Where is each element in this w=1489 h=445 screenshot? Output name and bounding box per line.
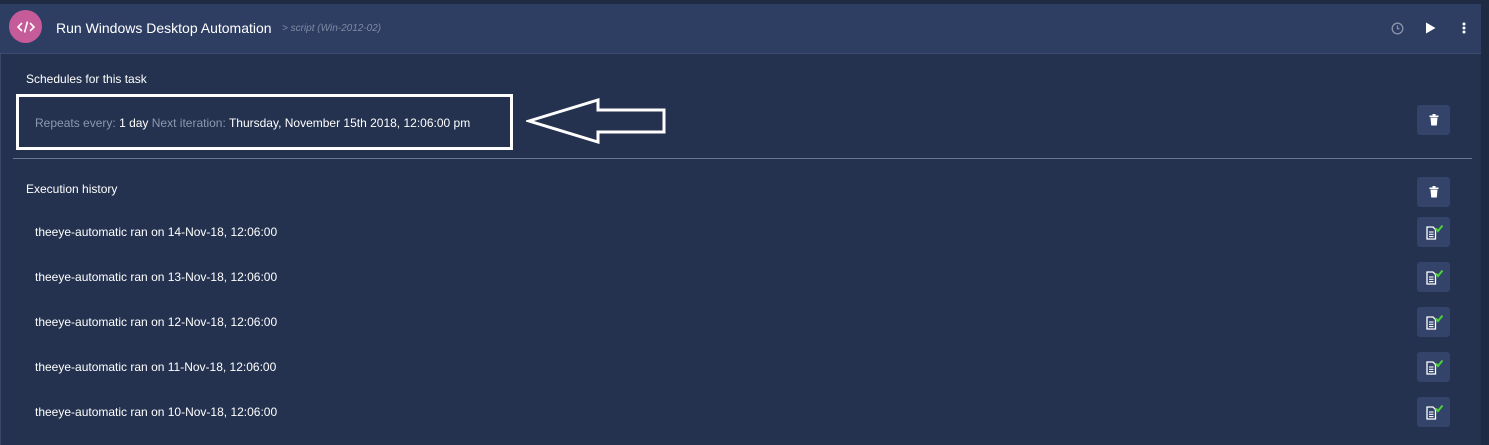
code-icon [9, 10, 42, 43]
delete-history-button[interactable] [1417, 177, 1450, 207]
repeats-label: Repeats every: [35, 116, 116, 130]
play-icon[interactable] [1420, 18, 1440, 38]
repeats-value: 1 day [119, 116, 149, 130]
view-output-button[interactable] [1417, 307, 1450, 337]
view-output-button[interactable] [1417, 217, 1450, 247]
document-success-icon [1425, 359, 1443, 375]
history-row-text: theeye-automatic ran on 14-Nov-18, 12:06… [35, 225, 278, 239]
task-subtitle: > script (Win-2012-02) [282, 23, 382, 34]
trash-icon [1429, 186, 1438, 198]
next-iteration-value: Thursday, November 15th 2018, 12:06:00 p… [228, 116, 471, 130]
delete-schedule-button[interactable] [1417, 105, 1450, 135]
document-success-icon [1425, 269, 1443, 285]
schedules-heading: Schedules for this task [26, 72, 147, 86]
history-row-text: theeye-automatic ran on 10-Nov-18, 12:06… [35, 405, 278, 419]
scrollbar-track[interactable] [1481, 0, 1489, 445]
trash-icon [1429, 114, 1438, 126]
left-arrow-icon [526, 98, 666, 144]
history-row-text: theeye-automatic ran on 11-Nov-18, 12:06… [35, 360, 277, 374]
document-success-icon [1425, 404, 1443, 420]
clock-icon[interactable] [1387, 18, 1407, 38]
view-output-button[interactable] [1417, 397, 1450, 427]
next-iteration-label: Next iteration: [151, 116, 226, 130]
schedule-entry: Repeats every: 1 day Next iteration: Thu… [35, 116, 470, 130]
task-title: Run Windows Desktop Automation [56, 20, 272, 36]
view-output-button[interactable] [1417, 352, 1450, 382]
document-success-icon [1425, 224, 1443, 240]
more-vertical-icon[interactable] [1454, 18, 1474, 38]
history-row-text: theeye-automatic ran on 13-Nov-18, 12:06… [35, 270, 278, 284]
history-row-text: theeye-automatic ran on 12-Nov-18, 12:06… [35, 315, 278, 329]
task-header[interactable]: Run Windows Desktop Automation > script … [0, 4, 1481, 54]
section-divider [13, 158, 1472, 159]
task-panel [0, 0, 1481, 445]
history-heading: Execution history [26, 182, 118, 196]
view-output-button[interactable] [1417, 262, 1450, 292]
document-success-icon [1425, 314, 1443, 330]
